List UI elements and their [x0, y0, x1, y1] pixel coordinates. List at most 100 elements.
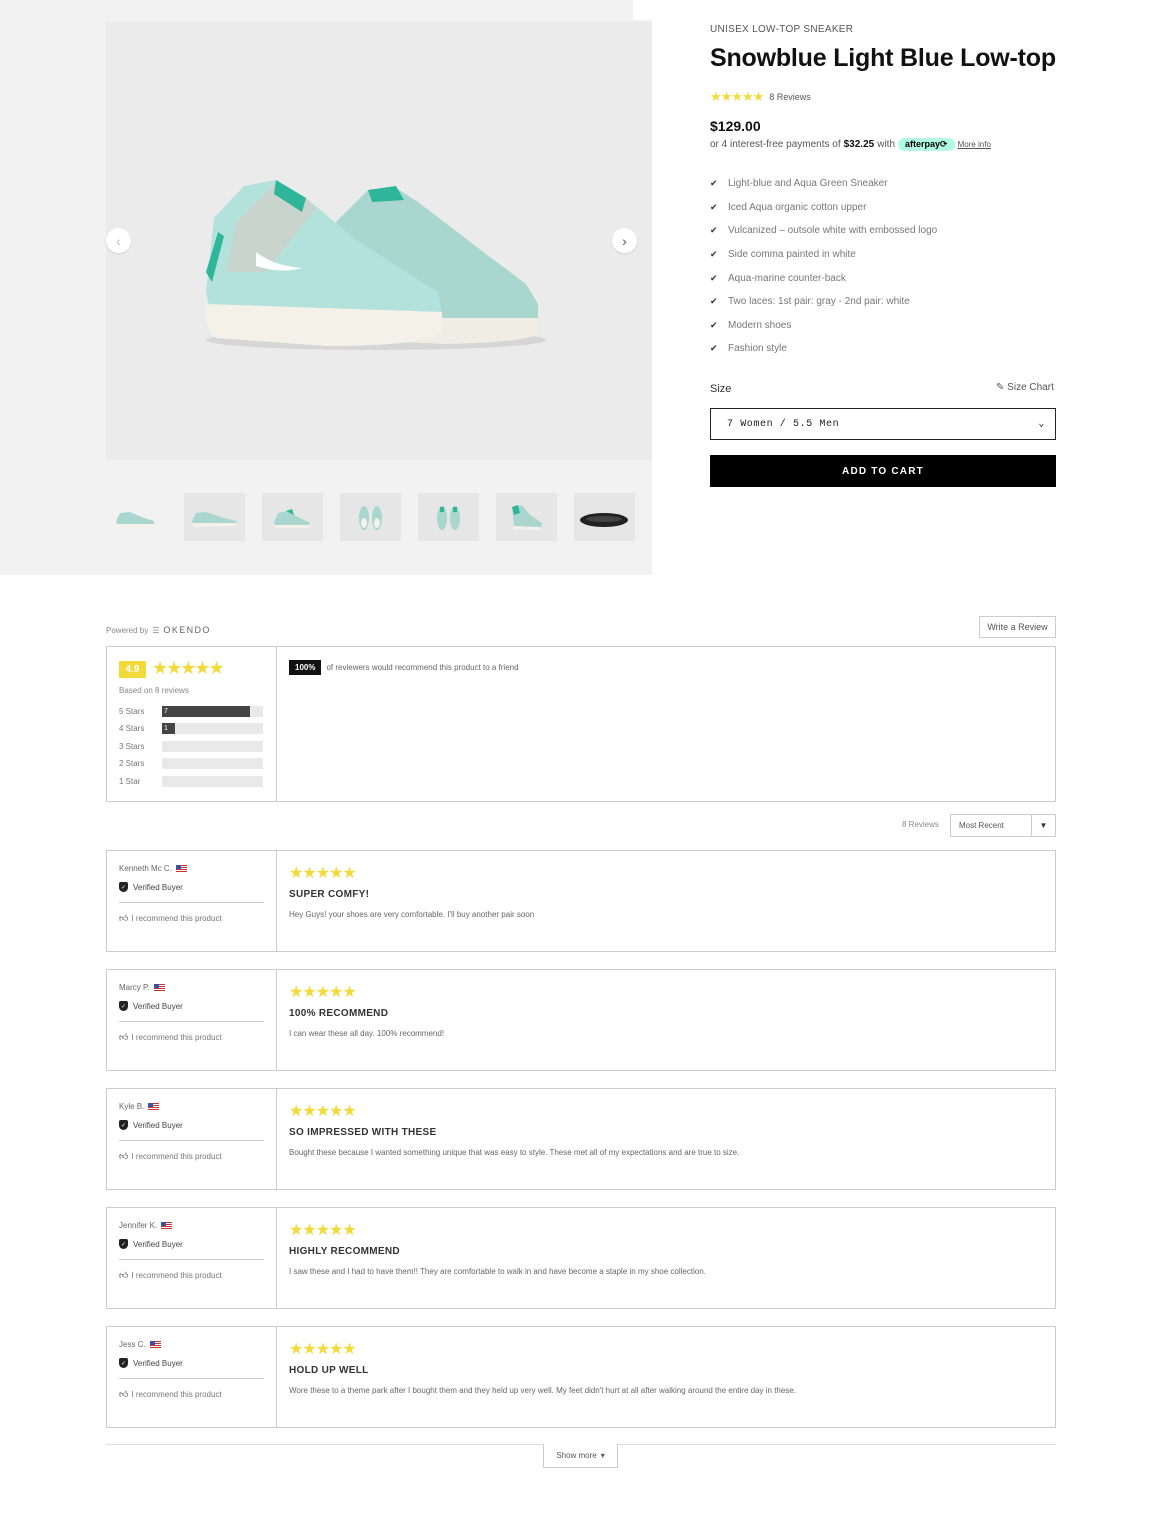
- feature-text: Modern shoes: [728, 319, 792, 331]
- recommend-product: 👍︎ I recommend this product: [119, 1389, 222, 1400]
- reviewer-name: Kenneth Mc C.: [119, 864, 172, 873]
- okendo-logo: OKENDO: [163, 625, 211, 635]
- afterpay-more-info-link[interactable]: More info: [958, 140, 991, 149]
- review-card: Kyle B. ✓ Verified Buyer 👍︎ I recommend th…: [106, 1088, 1056, 1190]
- recommend-text: I recommend this product: [131, 1271, 222, 1280]
- distribution-count: 0: [164, 778, 168, 785]
- gallery-prev-button[interactable]: ‹: [106, 228, 131, 253]
- chevron-down-icon: ⌄: [1038, 419, 1045, 430]
- reviewer: Marcy P.: [119, 983, 165, 992]
- reviewer-divider: [119, 1140, 264, 1141]
- review-card: Marcy P. ✓ Verified Buyer 👍︎ I recommend t…: [106, 969, 1056, 1071]
- review-title: SO IMPRESSED WITH THESE: [289, 1127, 437, 1138]
- rating-stars-icon: ★★★★★: [710, 89, 764, 104]
- feature-item: ✔ Aqua-marine counter-back: [710, 266, 937, 290]
- feature-item: ✔ Iced Aqua organic cotton upper: [710, 196, 937, 220]
- distribution-label: 4 Stars: [119, 724, 145, 733]
- summary-stars-icon: ★★★★★: [152, 658, 225, 678]
- recommend-text: of reviewers would recommend this produc…: [326, 663, 519, 672]
- add-to-cart-button[interactable]: ADD TO CART: [710, 455, 1056, 487]
- sneaker-single-angle-thumbnail: [512, 505, 542, 530]
- thumbnail-5[interactable]: [418, 493, 479, 541]
- reviewer: Jennifer K.: [119, 1221, 173, 1230]
- distribution-row-4[interactable]: 4 Stars 1: [119, 723, 263, 734]
- reviewer-divider: [119, 1378, 264, 1379]
- powered-by-text: Powered by: [106, 625, 149, 635]
- reviewer: Kyle B.: [119, 1102, 160, 1111]
- us-flag-icon: [175, 865, 187, 872]
- verified-shield-icon: ✓: [119, 1120, 128, 1130]
- gallery-top-gap: [633, 0, 662, 20]
- recommend-product: 👍︎ I recommend this product: [119, 913, 222, 924]
- reviewer: Kenneth Mc C.: [119, 864, 187, 873]
- thumbs-up-icon: 👍︎: [119, 1270, 129, 1280]
- write-review-button[interactable]: Write a Review: [979, 616, 1056, 638]
- reviews-link[interactable]: 8 Reviews: [769, 92, 811, 102]
- recommend-summary: 100% of reviewers would recommend this p…: [289, 660, 519, 675]
- verified-text: Verified Buyer: [133, 882, 183, 892]
- feature-item: ✔ Vulcanized – outsole white with embosse…: [710, 219, 937, 243]
- thumbnail-4[interactable]: [340, 493, 401, 541]
- recommend-text: I recommend this product: [131, 1152, 222, 1161]
- chevron-right-icon: ›: [622, 232, 627, 249]
- distribution-row-3[interactable]: 3 Stars 0: [119, 741, 263, 752]
- sort-selected-value: Most Recent: [959, 821, 1004, 830]
- distribution-row-5[interactable]: 5 Stars 7: [119, 706, 263, 717]
- reviewer-name: Marcy P.: [119, 983, 150, 992]
- thumbnail-3[interactable]: [262, 493, 323, 541]
- distribution-bar: 7: [162, 706, 263, 717]
- reviews-summary: 4.9 ★★★★★ Based on 8 reviews 5 Stars 7 4…: [106, 646, 1056, 802]
- thumbnail-1[interactable]: [106, 493, 167, 541]
- afterpay-message: or 4 interest-free payments of $32.25 wi…: [710, 138, 991, 151]
- thumbnail-2[interactable]: [184, 493, 245, 541]
- chevron-left-icon: ‹: [116, 232, 121, 249]
- check-icon: ✔: [710, 343, 718, 354]
- afterpay-prefix: or 4 interest-free payments of: [710, 139, 841, 150]
- sneaker-pair-front-thumbnail: [359, 506, 382, 530]
- recommend-text: I recommend this product: [131, 1390, 222, 1399]
- gallery-next-button[interactable]: ›: [612, 228, 637, 253]
- product-rating[interactable]: ★★★★★ 8 Reviews: [710, 89, 811, 105]
- sneaker-pair-back-thumbnail: [437, 506, 460, 530]
- feature-text: Light-blue and Aqua Green Sneaker: [728, 178, 888, 190]
- check-icon: ✔: [710, 178, 718, 189]
- distribution-bar: 1: [162, 723, 263, 734]
- caret-down-icon: ▾: [600, 1451, 605, 1460]
- thumbs-up-icon: 👍︎: [119, 1032, 129, 1042]
- okendo-logo-icon: ☰: [152, 625, 160, 635]
- verified-shield-icon: ✓: [119, 1358, 128, 1368]
- verified-buyer: ✓ Verified Buyer: [119, 1358, 183, 1368]
- sneaker-sole-thumbnail: [580, 513, 628, 527]
- review-stars-icon: ★★★★★: [289, 865, 357, 882]
- size-chart-link[interactable]: ✎ Size Chart: [996, 382, 1054, 393]
- distribution-row-1[interactable]: 1 Star 0: [119, 776, 263, 787]
- review-divider: [276, 851, 277, 951]
- review-card: Jennifer K. ✓ Verified Buyer 👍︎ I recommen…: [106, 1207, 1056, 1309]
- distribution-label: 5 Stars: [119, 707, 145, 716]
- feature-text: Aqua-marine counter-back: [728, 272, 846, 284]
- thumbnail-6[interactable]: [496, 493, 557, 541]
- distribution-row-2[interactable]: 2 Stars 0: [119, 758, 263, 769]
- summary-divider: [276, 647, 277, 801]
- based-on-text: Based on 8 reviews: [119, 686, 189, 695]
- reviewer-divider: [119, 902, 264, 903]
- afterpay-logo: afterpay⟳: [898, 138, 955, 151]
- verified-buyer: ✓ Verified Buyer: [119, 1001, 183, 1011]
- size-select[interactable]: 7 Women / 5.5 Men ⌄: [710, 408, 1056, 440]
- show-more-button[interactable]: Show more ▾: [543, 1444, 618, 1468]
- review-body: Hey Guys! your shoes are very comfortabl…: [289, 910, 535, 919]
- distribution-bar: 0: [162, 741, 263, 752]
- distribution-count: 0: [164, 760, 168, 767]
- us-flag-icon: [148, 1103, 160, 1110]
- review-body: I saw these and I had to have them!! The…: [289, 1267, 706, 1276]
- sneaker-pair-side-thumbnail: [116, 512, 154, 528]
- recommend-text: I recommend this product: [131, 1033, 222, 1042]
- product-main-image[interactable]: [106, 22, 652, 460]
- sort-select[interactable]: Most Recent ▼: [950, 814, 1056, 837]
- distribution-label: 2 Stars: [119, 759, 145, 768]
- review-divider: [276, 970, 277, 1070]
- show-more-text: Show more: [556, 1451, 597, 1460]
- thumbnail-7[interactable]: [574, 493, 635, 541]
- review-title: HIGHLY RECOMMEND: [289, 1246, 400, 1257]
- us-flag-icon: [149, 1341, 161, 1348]
